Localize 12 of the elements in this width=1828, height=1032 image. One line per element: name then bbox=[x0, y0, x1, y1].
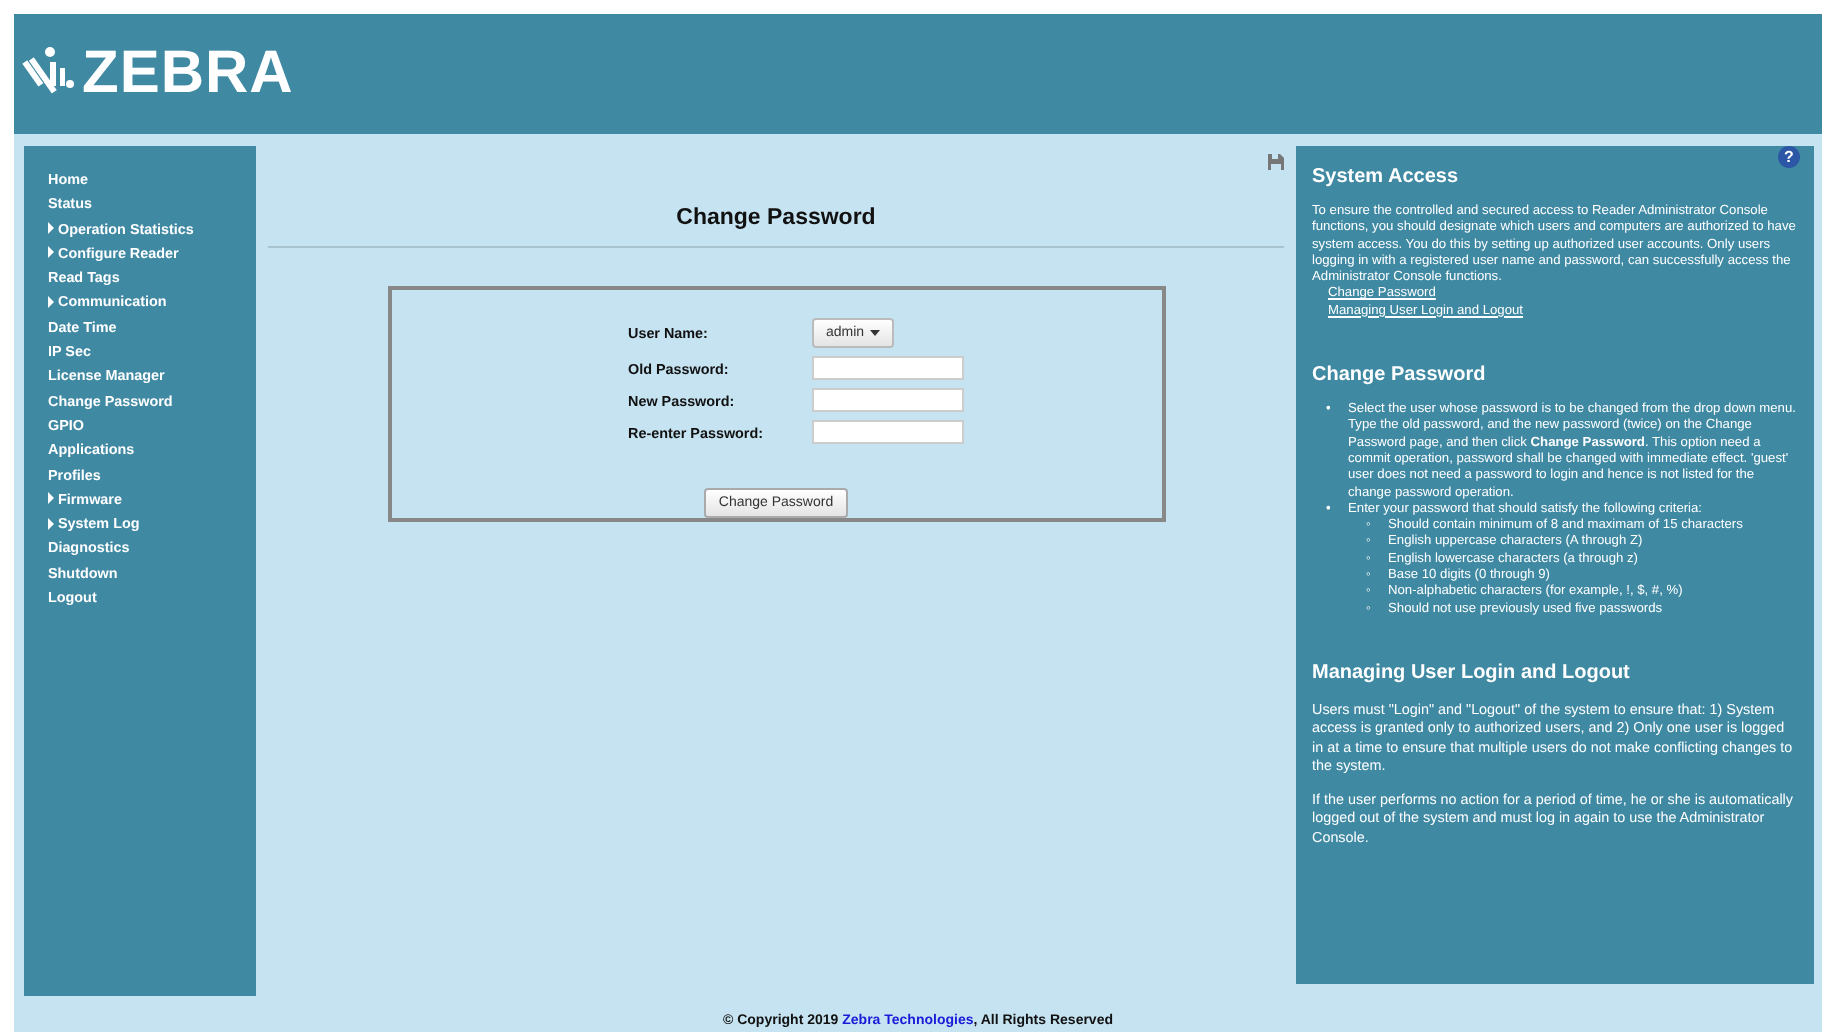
logo-text: ZEBRA bbox=[82, 40, 294, 108]
help-icon[interactable]: ? bbox=[1778, 146, 1800, 168]
page-title: Change Password bbox=[676, 206, 876, 230]
password-field[interactable] bbox=[812, 388, 964, 412]
password-field[interactable] bbox=[812, 356, 964, 380]
expand-arrow-icon bbox=[48, 295, 54, 308]
help-heading: Managing User Login and Logout bbox=[1312, 661, 1632, 684]
help-heading: System Access bbox=[1312, 166, 1461, 188]
help-heading: Change Password bbox=[1312, 364, 1488, 387]
save-icon[interactable] bbox=[1268, 154, 1284, 170]
caret-icon bbox=[870, 330, 881, 336]
password-field[interactable] bbox=[812, 420, 964, 444]
